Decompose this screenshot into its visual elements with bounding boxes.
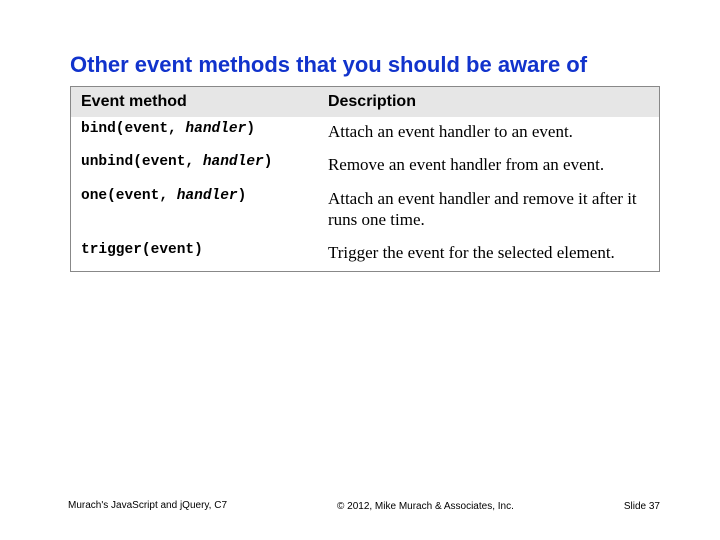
method-cell: bind(event, handler) bbox=[71, 117, 318, 150]
table-header-row: Event method Description bbox=[71, 87, 659, 117]
slide-title: Other event methods that you should be a… bbox=[70, 52, 680, 78]
table-row: one(event, handler) Attach an event hand… bbox=[71, 184, 659, 239]
method-cell: trigger(event) bbox=[71, 238, 318, 271]
method-text: ) bbox=[246, 121, 255, 137]
table-row: trigger(event) Trigger the event for the… bbox=[71, 238, 659, 271]
footer-center: © 2012, Mike Murach & Associates, Inc. bbox=[227, 501, 624, 512]
table: Event method Description bind(event, han… bbox=[71, 87, 659, 271]
method-param: handler bbox=[185, 121, 246, 137]
method-param: handler bbox=[177, 188, 238, 204]
desc-cell: Attach an event handler and remove it af… bbox=[318, 184, 659, 239]
method-text: one(event, bbox=[81, 188, 177, 204]
col-header-method: Event method bbox=[71, 87, 318, 117]
methods-table: Event method Description bind(event, han… bbox=[70, 86, 660, 272]
method-param: handler bbox=[203, 154, 264, 170]
col-header-description: Description bbox=[318, 87, 659, 117]
method-text: ) bbox=[264, 154, 273, 170]
footer-right: Slide 37 bbox=[624, 501, 660, 512]
desc-cell: Attach an event handler to an event. bbox=[318, 117, 659, 150]
footer-left: Murach's JavaScript and jQuery, C7 bbox=[68, 500, 227, 512]
method-text: trigger(event) bbox=[81, 242, 203, 258]
method-cell: one(event, handler) bbox=[71, 184, 318, 239]
desc-cell: Remove an event handler from an event. bbox=[318, 150, 659, 183]
table-row: unbind(event, handler) Remove an event h… bbox=[71, 150, 659, 183]
slide: Other event methods that you should be a… bbox=[0, 0, 720, 540]
table-row: bind(event, handler) Attach an event han… bbox=[71, 117, 659, 150]
method-text: bind(event, bbox=[81, 121, 185, 137]
desc-cell: Trigger the event for the selected eleme… bbox=[318, 238, 659, 271]
method-cell: unbind(event, handler) bbox=[71, 150, 318, 183]
method-text: unbind(event, bbox=[81, 154, 203, 170]
method-text: ) bbox=[238, 188, 247, 204]
slide-footer: Murach's JavaScript and jQuery, C7 © 201… bbox=[68, 500, 660, 512]
